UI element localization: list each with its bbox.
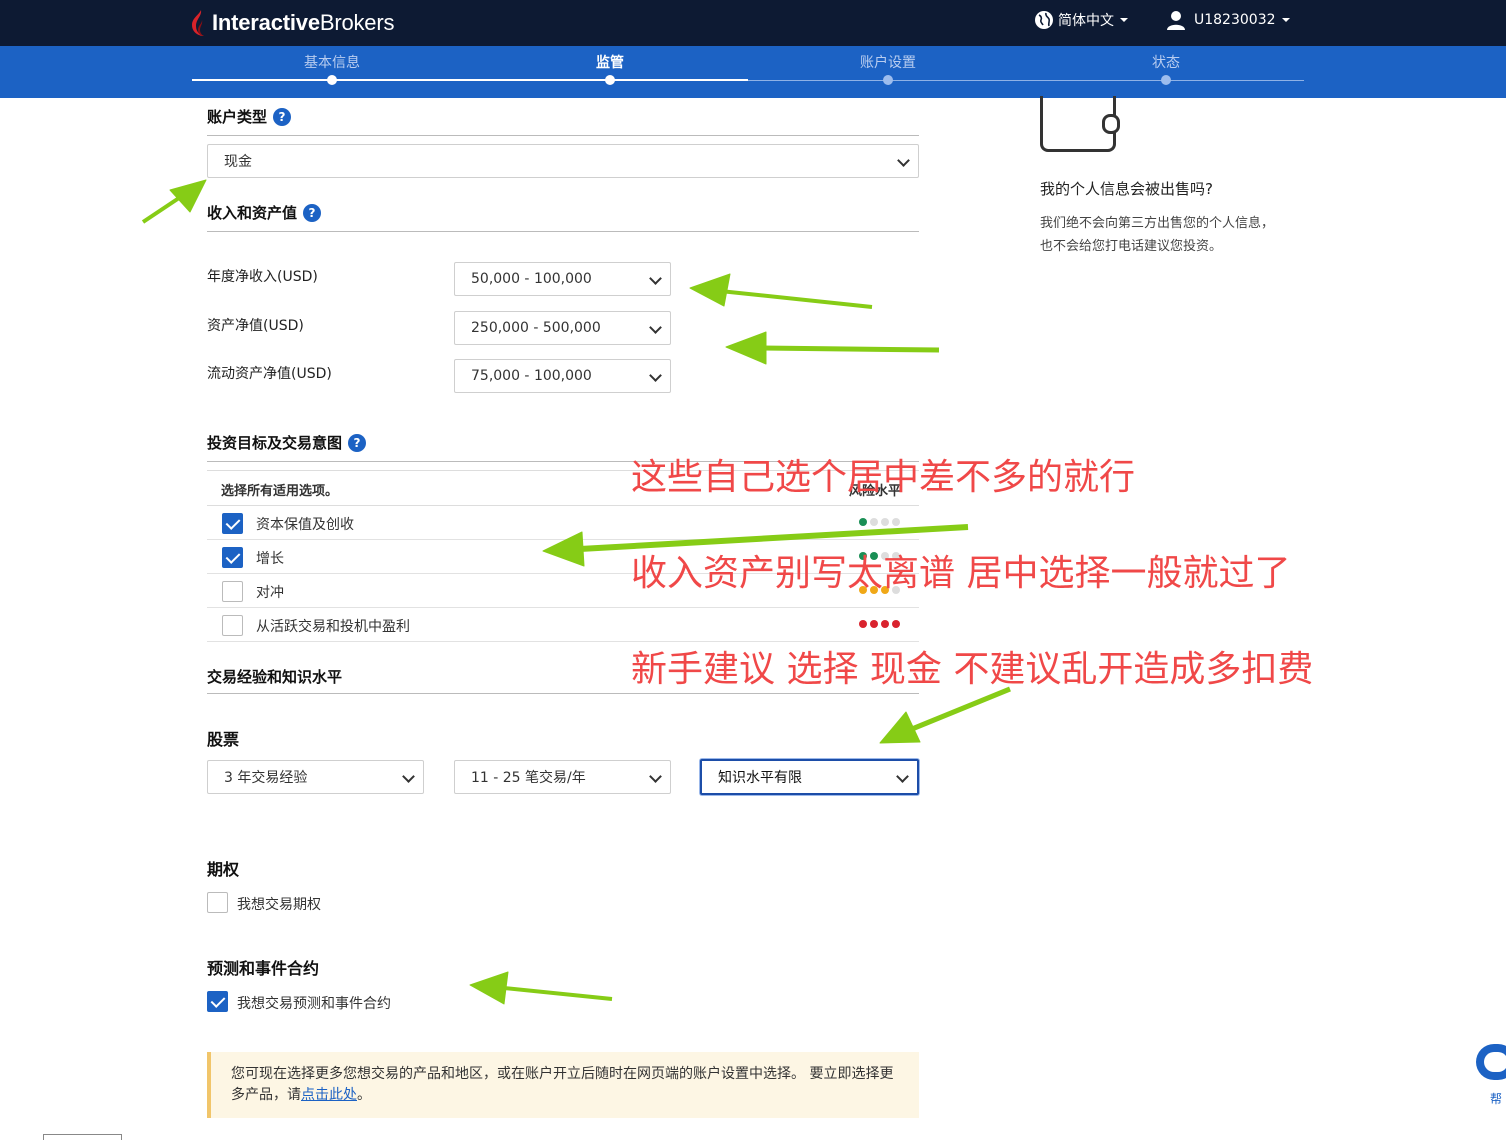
objective-checkbox[interactable] xyxy=(222,547,243,568)
arrow-net-worth xyxy=(725,331,940,365)
net-worth-value: 250,000 - 500,000 xyxy=(471,320,601,336)
stocks-trades-value: 11 - 25 笔交易/年 xyxy=(471,770,586,786)
divider xyxy=(207,135,919,136)
net-worth-select[interactable]: 250,000 - 500,000 xyxy=(454,311,671,345)
user-id: U18230032 xyxy=(1194,12,1276,28)
options-checkbox[interactable] xyxy=(207,892,228,913)
annotation-text: 收入资产别写太离谱 居中选择一般就过了 xyxy=(631,553,1291,594)
language-selector[interactable]: 简体中文 xyxy=(1034,8,1128,32)
step-dot-account-settings xyxy=(883,75,893,85)
income-assets-heading: 收入和资产值 ? xyxy=(207,202,322,223)
user-menu[interactable]: U18230032 xyxy=(1166,8,1290,32)
wallet-icon xyxy=(1040,96,1120,152)
experience-heading: 交易经验和知识水平 xyxy=(207,666,342,687)
step-dot-basic-info xyxy=(327,75,337,85)
notice-tail: 。 xyxy=(357,1087,371,1103)
risk-indicator xyxy=(859,518,900,526)
stocks-years-select[interactable]: 3 年交易经验 xyxy=(207,760,424,794)
objective-checkbox[interactable] xyxy=(222,615,243,636)
chevron-down-icon xyxy=(896,770,909,783)
objective-label: 对冲 xyxy=(256,585,284,601)
chevron-down-icon xyxy=(649,770,662,783)
help-icon[interactable]: ? xyxy=(273,107,292,126)
stocks-knowledge-select[interactable]: 知识水平有限 xyxy=(700,759,919,795)
annotation-text: 新手建议 选择 现金 不建议乱开造成多扣费 xyxy=(631,649,1314,690)
chevron-down-icon xyxy=(1120,18,1128,22)
step-regulatory[interactable]: 监管 xyxy=(550,52,670,72)
step-status[interactable]: 状态 xyxy=(1106,52,1226,72)
objective-label: 资本保值及创收 xyxy=(256,517,354,533)
objectives-title: 投资目标及交易意图 xyxy=(207,434,343,452)
arrow-annual-income xyxy=(689,273,873,309)
objective-checkbox[interactable] xyxy=(222,581,243,602)
objective-checkbox[interactable] xyxy=(222,513,243,534)
arrow-account-type xyxy=(141,179,207,224)
annual-income-label: 年度净收入(USD) xyxy=(207,269,318,285)
chevron-down-icon xyxy=(897,154,910,167)
forecast-checkbox-label: 我想交易预测和事件合约 xyxy=(237,996,391,1012)
stocks-years-value: 3 年交易经验 xyxy=(224,770,308,786)
help-icon[interactable]: ? xyxy=(348,433,367,452)
options-checkbox-label: 我想交易期权 xyxy=(237,897,321,913)
forecast-heading: 预测和事件合约 xyxy=(207,959,320,978)
help-chat-label: 帮 xyxy=(1490,1092,1503,1106)
bottom-tab xyxy=(43,1134,122,1140)
objectives-heading: 投资目标及交易意图 ? xyxy=(207,432,367,453)
step-account-settings[interactable]: 账户设置 xyxy=(828,52,948,72)
liquid-net-worth-label: 流动资产净值(USD) xyxy=(207,366,332,382)
chevron-down-icon xyxy=(402,770,415,783)
ib-logo[interactable]: InteractiveBrokers xyxy=(192,8,394,38)
stocks-heading: 股票 xyxy=(207,730,240,749)
step-basic-info[interactable]: 基本信息 xyxy=(272,52,392,72)
help-chat-button[interactable] xyxy=(1476,1044,1506,1080)
ib-flame-icon xyxy=(192,10,204,36)
experience-title: 交易经验和知识水平 xyxy=(207,668,343,686)
privacy-answer: 我们绝不会向第三方出售您的个人信息， 也不会给您打电话建议您投资。 xyxy=(1040,212,1300,258)
privacy-answer-line: 也不会给您打电话建议您投资。 xyxy=(1040,239,1223,254)
step-dot-regulatory xyxy=(605,75,615,85)
globe-icon xyxy=(1035,11,1053,29)
table-row[interactable]: 资本保值及创收 xyxy=(207,506,919,540)
annual-income-value: 50,000 - 100,000 xyxy=(471,271,592,287)
more-products-notice: 您可现在选择更多您想交易的产品和地区，或在账户开立后随时在网页端的账户设置中选择… xyxy=(207,1052,919,1118)
objective-label: 从活跃交易和投机中盈利 xyxy=(256,619,410,635)
chevron-down-icon xyxy=(1281,18,1290,22)
liquid-net-worth-select[interactable]: 75,000 - 100,000 xyxy=(454,359,671,393)
privacy-answer-line: 我们绝不会向第三方出售您的个人信息， xyxy=(1040,216,1275,231)
divider xyxy=(207,693,919,694)
liquid-net-worth-value: 75,000 - 100,000 xyxy=(471,368,592,384)
forecast-checkbox[interactable] xyxy=(207,991,228,1012)
logo-text: InteractiveBrokers xyxy=(212,10,395,35)
chevron-down-icon xyxy=(649,272,662,285)
arrow-knowledge xyxy=(879,686,1011,744)
annual-income-select[interactable]: 50,000 - 100,000 xyxy=(454,262,671,296)
objective-label: 增长 xyxy=(256,551,284,567)
chevron-down-icon xyxy=(649,321,662,334)
stepper-track-progress xyxy=(192,79,748,81)
account-type-select[interactable]: 现金 xyxy=(207,144,919,178)
net-worth-label: 资产净值(USD) xyxy=(207,318,304,334)
user-icon xyxy=(1167,11,1185,30)
help-icon[interactable]: ? xyxy=(303,203,322,222)
select-all-hint: 选择所有适用选项。 xyxy=(221,484,339,499)
account-type-heading: 账户类型 ? xyxy=(207,106,292,127)
options-heading: 期权 xyxy=(207,860,240,879)
arrow-forecast xyxy=(469,971,613,1005)
divider xyxy=(207,231,919,232)
annotation-text: 这些自己选个居中差不多的就行 xyxy=(631,457,1136,498)
risk-indicator xyxy=(859,620,900,628)
click-here-link[interactable]: 点击此处 xyxy=(301,1087,357,1103)
language-label: 简体中文 xyxy=(1058,13,1114,29)
privacy-question: 我的个人信息会被出售吗? xyxy=(1040,180,1213,198)
step-dot-status xyxy=(1161,75,1171,85)
progress-stepper xyxy=(0,46,1506,98)
income-assets-title: 收入和资产值 xyxy=(207,204,298,222)
stocks-trades-select[interactable]: 11 - 25 笔交易/年 xyxy=(454,760,671,794)
chevron-down-icon xyxy=(649,369,662,382)
table-row[interactable]: 从活跃交易和投机中盈利 xyxy=(207,608,919,642)
account-type-title: 账户类型 xyxy=(207,108,268,126)
stocks-knowledge-value: 知识水平有限 xyxy=(718,770,802,786)
account-type-value: 现金 xyxy=(224,154,252,170)
